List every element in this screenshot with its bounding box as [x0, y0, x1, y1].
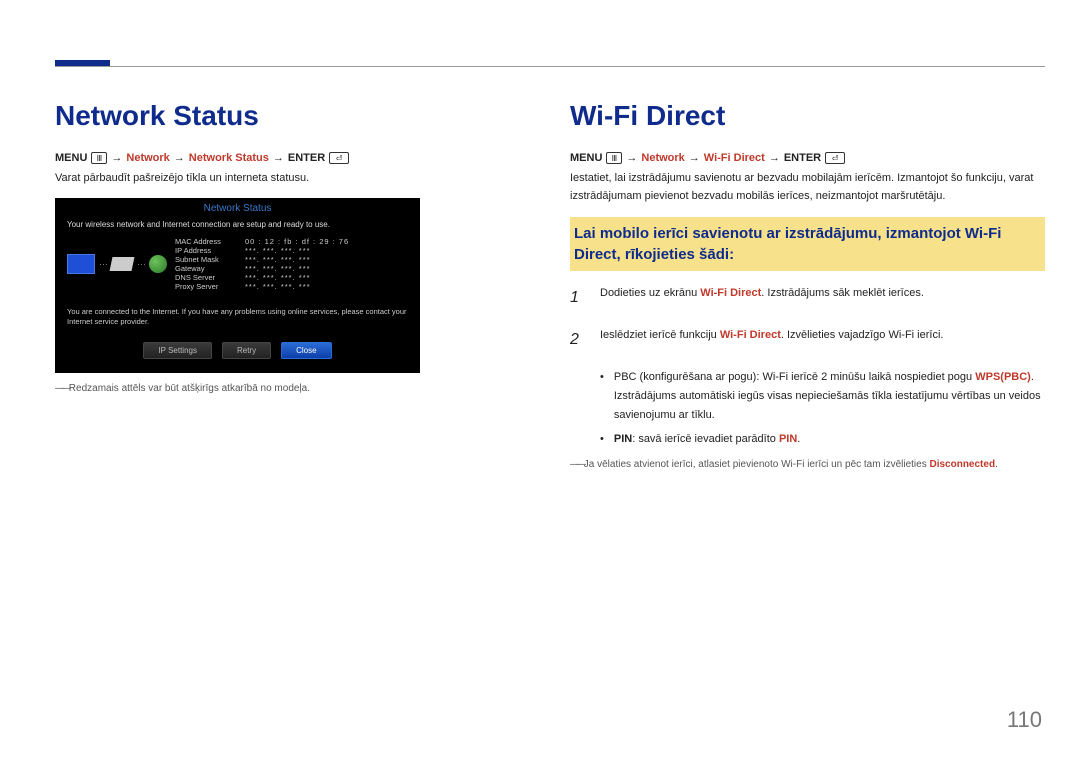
table-row: Subnet Mask***. ***. ***. ***: [173, 255, 408, 264]
arrow-icon: →: [174, 152, 185, 164]
page-top-rule: [55, 66, 1045, 67]
globe-icon: [149, 255, 167, 273]
close-button[interactable]: Close: [281, 342, 331, 359]
monitor-icon: [67, 254, 95, 274]
page-number: 110: [1007, 707, 1042, 733]
retry-button[interactable]: Retry: [222, 342, 271, 359]
menu-network: Network: [641, 152, 684, 164]
shot-middle: ··· ··· MAC Address00 : 12 : fb : df : 2…: [55, 237, 420, 297]
shot-title: Network Status: [55, 198, 420, 220]
shot-table: MAC Address00 : 12 : fb : df : 29 : 76 I…: [173, 237, 408, 291]
step-text: Dodieties uz ekrānu Wi-Fi Direct. Izstrā…: [600, 285, 1045, 311]
enter-icon: ⏎: [329, 152, 349, 164]
menu-network-status: Network Status: [189, 152, 269, 164]
enter-label: ENTER: [784, 152, 821, 164]
table-row: Proxy Server***. ***. ***. ***: [173, 282, 408, 291]
step-number: 2: [570, 327, 584, 353]
menu-icon: Ⅲ: [91, 152, 107, 164]
desc-wifi-direct: Iestatiet, lai izstrādājumu savienotu ar…: [570, 170, 1045, 205]
enter-label: ENTER: [288, 152, 325, 164]
col-network-status: Network Status MENU Ⅲ → Network → Networ…: [55, 100, 530, 472]
shot-icons: ··· ···: [67, 254, 167, 274]
desc-network-status: Varat pārbaudīt pašreizējo tīkla un inte…: [55, 170, 530, 188]
menu-path-wifi-direct: MENU Ⅲ → Network → Wi-Fi Direct → ENTER …: [570, 152, 1045, 164]
bullet-pin: • PIN: savā ierīcē ievadiet parādīto PIN…: [600, 430, 1045, 449]
arrow-icon: →: [769, 152, 780, 164]
bullet-list: • PBC (konfigurēšana ar pogu): Wi-Fi ier…: [600, 368, 1045, 449]
step-2: 2 Ieslēdziet ierīcē funkciju Wi-Fi Direc…: [570, 327, 1045, 353]
menu-wifi-direct: Wi-Fi Direct: [704, 152, 765, 164]
step-1: 1 Dodieties uz ekrānu Wi-Fi Direct. Izst…: [570, 285, 1045, 311]
shot-status-line: Your wireless network and Internet conne…: [55, 220, 420, 237]
footnote-image-disclaimer: Redzamais attēls var būt atšķirīgs atkar…: [55, 381, 530, 396]
steps-list: 1 Dodieties uz ekrānu Wi-Fi Direct. Izst…: [570, 285, 1045, 352]
enter-icon: ⏎: [825, 152, 845, 164]
menu-network: Network: [126, 152, 169, 164]
step-text: Ieslēdziet ierīcē funkciju Wi-Fi Direct.…: [600, 327, 1045, 353]
link-icon: ···: [99, 259, 107, 269]
shot-message: You are connected to the Internet. If yo…: [55, 297, 420, 342]
table-row: Gateway***. ***. ***. ***: [173, 264, 408, 273]
highlight-instructions: Lai mobilo ierīci savienotu ar izstrādāj…: [570, 217, 1045, 271]
menu-label: MENU: [570, 152, 602, 164]
arrow-icon: →: [111, 152, 122, 164]
table-row: DNS Server***. ***. ***. ***: [173, 273, 408, 282]
table-row: IP Address***. ***. ***. ***: [173, 246, 408, 255]
step-number: 1: [570, 285, 584, 311]
bullet-pbc: • PBC (konfigurēšana ar pogu): Wi-Fi ier…: [600, 368, 1045, 424]
bullet-text: PIN: savā ierīcē ievadiet parādīto PIN.: [614, 430, 801, 449]
network-status-screenshot: Network Status Your wireless network and…: [55, 198, 420, 373]
heading-network-status: Network Status: [55, 100, 530, 132]
menu-icon: Ⅲ: [606, 152, 622, 164]
footnote-disconnect: Ja vēlaties atvienot ierīci, atlasiet pi…: [570, 457, 1045, 472]
router-icon: [110, 257, 135, 271]
arrow-icon: →: [626, 152, 637, 164]
menu-label: MENU: [55, 152, 87, 164]
bullet-text: PBC (konfigurēšana ar pogu): Wi-Fi ierīc…: [614, 368, 1045, 424]
ip-settings-button[interactable]: IP Settings: [143, 342, 212, 359]
link-icon: ···: [137, 259, 145, 269]
page-columns: Network Status MENU Ⅲ → Network → Networ…: [55, 100, 1045, 472]
shot-buttons: IP Settings Retry Close: [55, 342, 420, 363]
heading-wifi-direct: Wi-Fi Direct: [570, 100, 1045, 132]
menu-path-network-status: MENU Ⅲ → Network → Network Status → ENTE…: [55, 152, 530, 164]
bullet-icon: •: [600, 430, 604, 449]
arrow-icon: →: [689, 152, 700, 164]
table-row: MAC Address00 : 12 : fb : df : 29 : 76: [173, 237, 408, 246]
bullet-icon: •: [600, 368, 604, 424]
arrow-icon: →: [273, 152, 284, 164]
col-wifi-direct: Wi-Fi Direct MENU Ⅲ → Network → Wi-Fi Di…: [570, 100, 1045, 472]
